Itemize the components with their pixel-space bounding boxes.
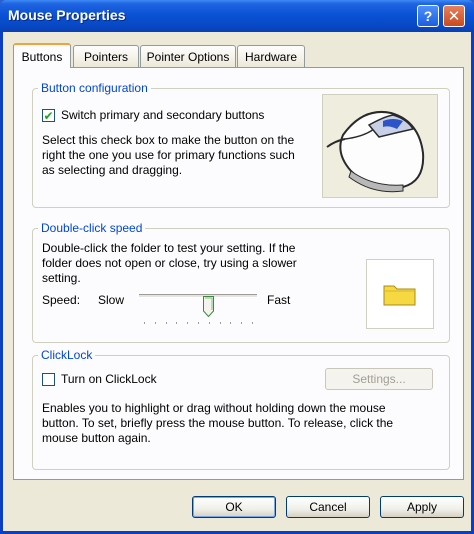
slider-tick [241, 322, 243, 324]
double-click-description-1: Double-click the folder to test your set… [42, 241, 296, 255]
slider-tick [165, 322, 167, 324]
double-click-description-3: setting. [42, 271, 81, 285]
tab-pointer-options[interactable]: Pointer Options [140, 45, 236, 67]
mouse-properties-window: Mouse Properties ? ✕ Buttons Pointers Po… [0, 0, 474, 534]
mouse-icon [326, 111, 425, 193]
window-title: Mouse Properties [8, 7, 126, 23]
mouse-image [322, 94, 438, 198]
clicklock-settings-label: Settings... [352, 372, 406, 386]
apply-button[interactable]: Apply [380, 496, 464, 518]
double-click-description-2: folder does not open or close, try using… [42, 256, 297, 270]
tab-hardware[interactable]: Hardware [237, 45, 305, 67]
ok-button[interactable]: OK [192, 496, 276, 518]
slider-tick [252, 322, 253, 324]
button-config-description-1: Select this check box to make the button… [42, 133, 295, 147]
slider-tick [198, 322, 199, 324]
tab-buttons-label: Buttons [21, 49, 63, 64]
slow-label: Slow [98, 293, 125, 307]
tab-pointers[interactable]: Pointers [73, 45, 139, 67]
test-folder-area[interactable] [366, 259, 434, 329]
slider-tick [154, 322, 156, 324]
clicklock-checkbox[interactable] [42, 373, 55, 386]
speed-label: Speed: [42, 293, 81, 307]
switch-buttons-label[interactable]: Switch primary and secondary buttons [61, 108, 264, 123]
check-mark-icon: ✔ [43, 108, 54, 123]
folder-icon[interactable] [367, 260, 433, 328]
slider-tick [219, 322, 221, 324]
slider-tick [230, 322, 232, 324]
switch-buttons-checkbox[interactable]: ✔ [42, 109, 55, 122]
close-icon: ✕ [447, 7, 461, 25]
clicklock-title: ClickLock [38, 348, 96, 362]
title-bar[interactable]: Mouse Properties ? ✕ [0, 0, 474, 32]
double-click-speed-slider[interactable] [139, 294, 257, 298]
slider-tick [144, 322, 145, 324]
tab-pointers-label: Pointers [83, 49, 129, 64]
button-config-description-2: right the one you use for primary functi… [42, 148, 295, 162]
tab-pointer-options-label: Pointer Options [146, 49, 230, 64]
help-button[interactable]: ? [417, 5, 439, 27]
help-icon: ? [423, 8, 433, 24]
apply-label: Apply [406, 500, 438, 514]
cancel-label: Cancel [309, 500, 347, 514]
slider-tick [176, 322, 178, 324]
slider-tick [187, 322, 189, 324]
close-button[interactable]: ✕ [443, 5, 465, 27]
clicklock-description-3: mouse button again. [42, 431, 151, 445]
clicklock-settings-button[interactable]: Settings... [325, 368, 433, 390]
clicklock-label[interactable]: Turn on ClickLock [61, 372, 157, 387]
clicklock-description-2: button. To set, briefly press the mouse … [42, 416, 394, 430]
slider-tick [208, 322, 210, 324]
slider-thumb[interactable] [203, 296, 215, 317]
cancel-button[interactable]: Cancel [286, 496, 370, 518]
button-configuration-title: Button configuration [38, 81, 151, 95]
fast-label: Fast [267, 293, 291, 307]
tab-hardware-label: Hardware [244, 49, 298, 64]
tab-buttons[interactable]: Buttons [13, 43, 71, 68]
ok-label: OK [225, 500, 243, 514]
clicklock-description-1: Enables you to highlight or drag without… [42, 401, 386, 415]
button-config-description-3: as selecting and dragging. [42, 163, 183, 177]
double-click-speed-title: Double-click speed [38, 221, 146, 235]
